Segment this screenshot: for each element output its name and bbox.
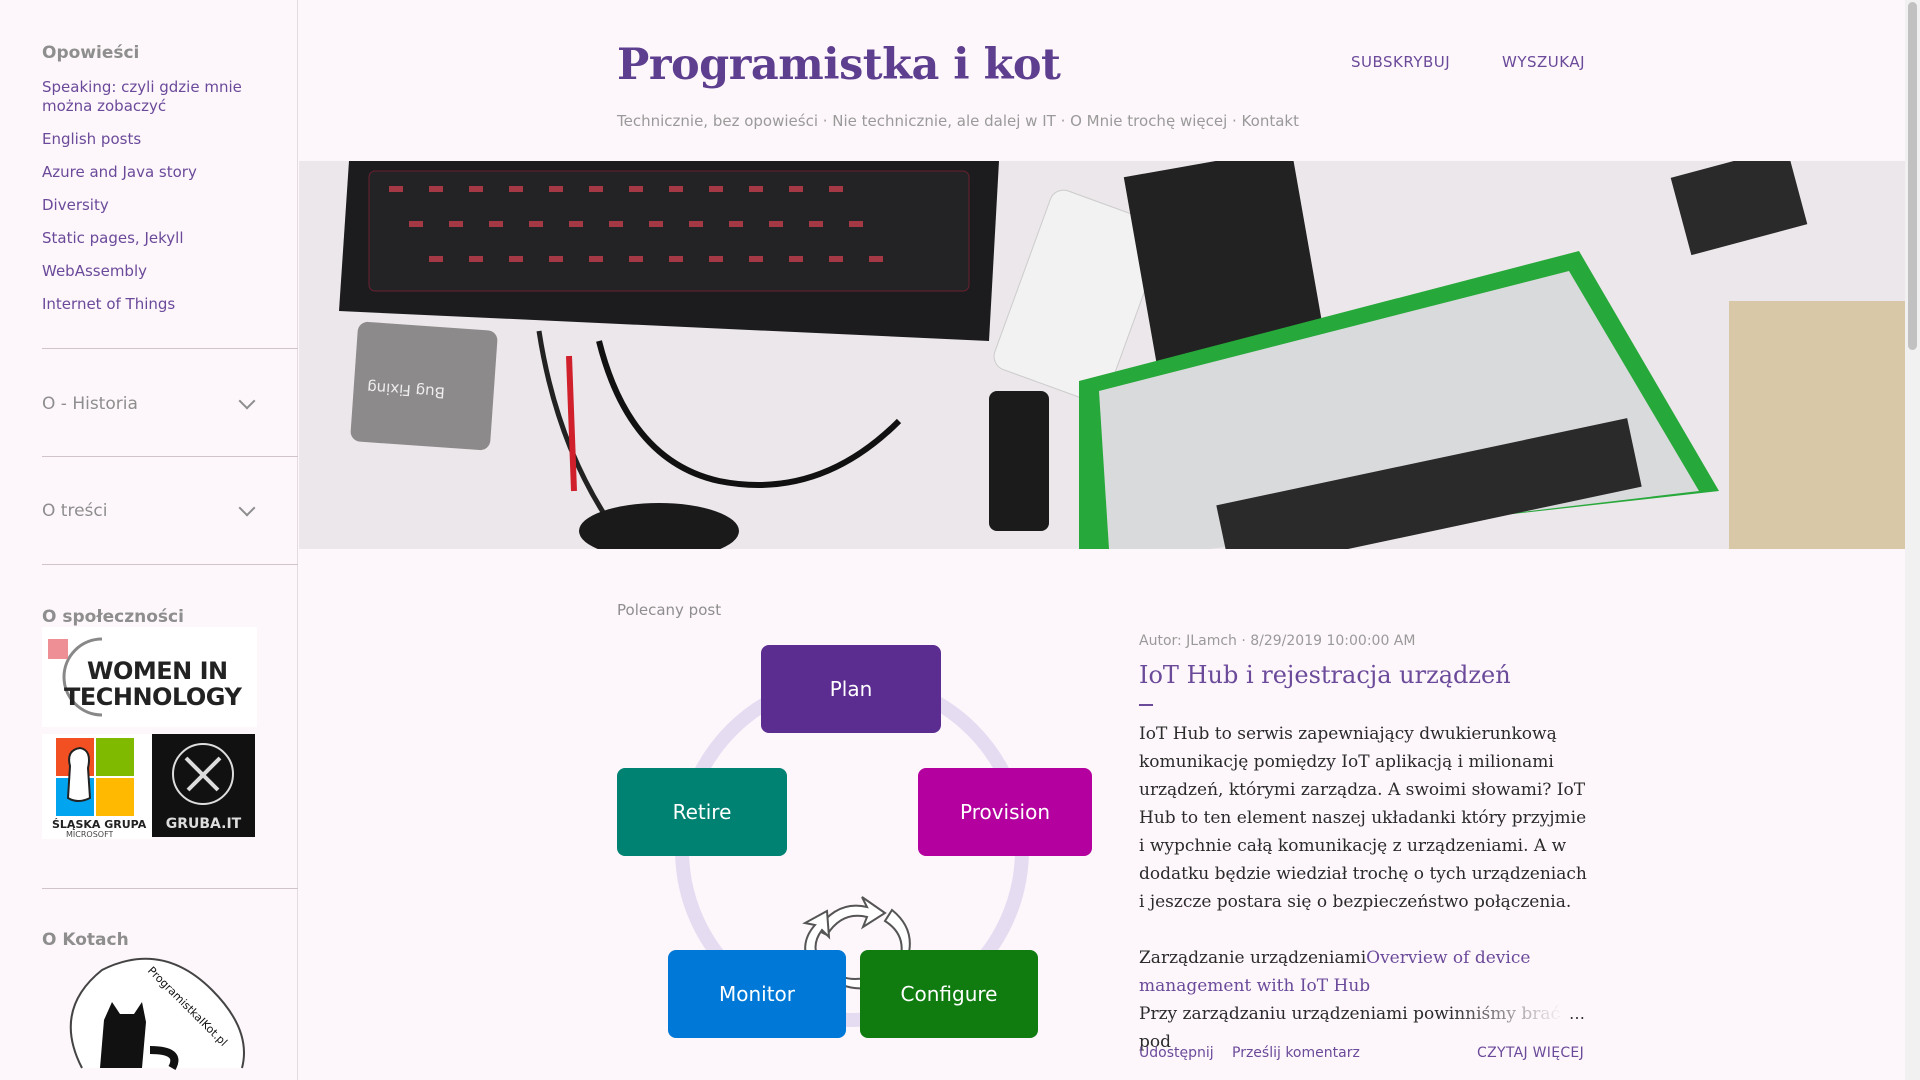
post-paragraph-1: IoT Hub to serwis zapewniający dwukierun… [1139,724,1587,912]
read-more-link[interactable]: CZYTAJ WIĘCEJ [1477,1045,1584,1061]
gruba-it-logo[interactable]: GRUBA.IT [152,734,255,837]
slaska-grupa-logo[interactable]: ŚLĄSKA GRUPA MICROSOFT [42,734,152,839]
main-content: Programistka i kot SUBSKRYBUJ WYSZUKAJ T… [299,0,1905,1080]
sidebar-divider [42,456,298,457]
title-divider [1139,704,1153,706]
chevron-down-icon [238,499,256,517]
sidebar-divider [42,348,298,349]
diagram-retire-label: Retire [672,800,732,824]
sidebar-link-diversity[interactable]: Diversity [42,196,297,215]
diagram-monitor-label: Monitor [718,982,796,1006]
sidebar-link-webassembly[interactable]: WebAssembly [42,262,297,281]
history-heading: O - Historia [42,394,138,414]
chevron-down-icon [238,392,256,410]
blog-description: Technicznie, bez opowieści · Nie technic… [617,112,1299,130]
subscribe-link[interactable]: SUBSKRYBUJ [1351,53,1450,71]
post-title[interactable]: IoT Hub i rejestracja urządzeń [1139,661,1511,689]
blog-title[interactable]: Programistka i kot [617,40,1061,90]
diagram-plan-label: Plan [829,677,873,701]
history-collapsible[interactable]: O - Historia [42,392,257,414]
diagram-configure-label: Configure [900,982,998,1006]
diagram-monitor-box: Monitor [668,950,846,1038]
wit-line1: WOMEN IN [87,657,228,685]
content-collapsible[interactable]: O treści [42,499,257,521]
sidebar-link-azure-java[interactable]: Azure and Java story [42,163,297,182]
sidebar: Opowieści Speaking: czyli gdzie mnie moż… [0,0,298,1080]
sidebar-link-speaking[interactable]: Speaking: czyli gdzie mnie można zobaczy… [42,78,257,116]
stories-heading: Opowieści [42,43,140,63]
featured-post-image[interactable]: Plan Provision Retire Monitor Configure [617,645,1092,1045]
sidebar-link-iot[interactable]: Internet of Things [42,295,297,314]
community-heading: O społeczności [42,607,184,627]
post-paragraph-2: Zarządzanie urządzeniamiOverview of devi… [1139,944,1589,1000]
diagram-plan-box: Plan [761,645,941,733]
diagram-provision-label: Provision [959,800,1050,824]
snippet-fade [1449,1000,1559,1030]
wit-line2: TECHNOLOGY [64,683,242,711]
content-heading: O treści [42,501,108,521]
diagram-retire-box: Retire [617,768,787,856]
featured-post-label: Polecany post [617,601,722,619]
comment-link[interactable]: Prześlij komentarz [1232,1045,1360,1061]
community-logos: WOMEN IN TECHNOLOGY ŚLĄSKA GRUPA MICROSO… [42,627,257,839]
sidebar-divider [42,564,298,565]
diagram-provision-box: Provision [918,768,1092,856]
page-scrollbar[interactable] [1905,0,1920,1080]
header-image: Bug Fixing [299,161,1905,549]
search-link[interactable]: WYSZUKAJ [1502,53,1585,71]
sidebar-divider [42,888,298,889]
post-meta: Autor: JLamch · 8/29/2019 10:00:00 AM [1139,633,1416,649]
cats-badge[interactable]: ProgramistkaIKot.pl [42,950,257,1070]
post-paragraph-2-text: Zarządzanie urządzeniami [1139,948,1367,968]
snippet-ellipsis: … [1569,1004,1585,1023]
women-in-technology-logo[interactable]: WOMEN IN TECHNOLOGY [42,627,257,727]
sidebar-link-english-posts[interactable]: English posts [42,130,297,149]
scrollbar-thumb[interactable] [1908,2,1917,350]
slaska-line2: MICROSOFT [66,830,114,839]
share-link[interactable]: Udostępnij [1139,1045,1214,1061]
cats-heading: O Kotach [42,930,129,950]
sidebar-link-static-pages[interactable]: Static pages, Jekyll [42,229,297,248]
gruba-label: GRUBA.IT [165,816,242,832]
diagram-configure-box: Configure [860,950,1038,1038]
